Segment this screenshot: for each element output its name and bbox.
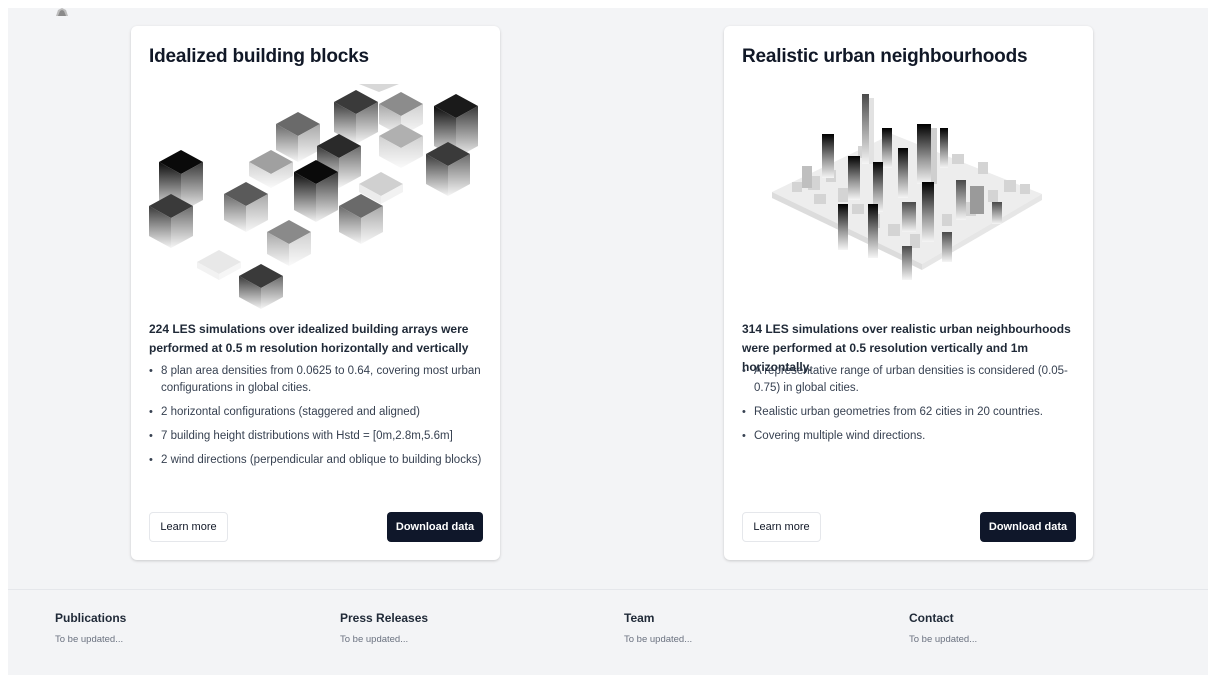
list-item: • A representative range of urban densiti… (742, 365, 1068, 394)
footer-divider (8, 589, 1208, 590)
list-item: • 2 horizontal configurations (staggered … (149, 404, 485, 421)
bullet-icon: • (149, 454, 153, 466)
footer-text: To be updated... (624, 634, 693, 645)
card-title: Realistic urban neighbourhoods (742, 46, 1028, 67)
footer-column-press-releases: Press Releases To be updated... (340, 611, 540, 645)
urban-neighbourhood-illustration (772, 94, 1042, 280)
logo-icon (56, 8, 68, 16)
footer-title: Team (624, 611, 655, 625)
footer-column-publications: Publications To be updated... (55, 611, 255, 645)
feature-list: • A representative range of urban densiti… (742, 363, 1078, 452)
list-item: • 2 wind directions (perpendicular and ob… (149, 452, 485, 469)
footer-column-contact: Contact To be updated... (909, 611, 1109, 645)
block (197, 250, 241, 280)
block (276, 112, 320, 162)
page: Idealized building blocks 224 LES simula… (8, 8, 1208, 675)
block (249, 150, 293, 188)
download-data-button[interactable]: Download data (387, 512, 483, 542)
feature-list: • 8 plan area densities from 0.0625 to 0.… (149, 363, 485, 476)
idealized-blocks-illustration (149, 84, 478, 309)
block (379, 124, 423, 168)
footer-title: Publications (55, 611, 127, 625)
footer-column-team: Team To be updated... (624, 611, 824, 645)
bullet-icon: • (149, 365, 153, 377)
bullet-icon: • (149, 430, 153, 442)
footer-text: To be updated... (55, 634, 124, 645)
block (239, 264, 283, 309)
bullet-icon: • (149, 406, 153, 418)
footer-title: Contact (909, 611, 954, 625)
list-item: • Covering multiple wind directions. (742, 428, 1078, 445)
block (294, 160, 338, 222)
list-item: • Realistic urban geometries from 62 citi… (742, 404, 1078, 421)
download-data-button[interactable]: Download data (980, 512, 1076, 542)
block (359, 84, 399, 92)
footer-title: Press Releases (340, 611, 429, 625)
block (267, 220, 311, 266)
card-summary: 224 LES simulations over idealized build… (149, 322, 469, 355)
learn-more-button[interactable]: Learn more (149, 512, 228, 542)
bullet-icon: • (742, 365, 746, 377)
bullet-icon: • (742, 430, 746, 442)
card-title: Idealized building blocks (149, 46, 369, 67)
block (339, 194, 383, 244)
card-realistic-neighbourhoods: Realistic urban neighbourhoods 314 LES s… (724, 26, 1093, 560)
learn-more-button[interactable]: Learn more (742, 512, 821, 542)
footer-text: To be updated... (909, 634, 978, 645)
bullet-icon: • (742, 406, 746, 418)
list-item: • 7 building height distributions with Hs… (149, 428, 485, 445)
list-item: • 8 plan area densities from 0.0625 to 0.… (149, 365, 481, 394)
card-idealized-blocks: Idealized building blocks 224 LES simula… (131, 26, 500, 560)
block (224, 182, 268, 232)
footer-text: To be updated... (340, 634, 409, 645)
